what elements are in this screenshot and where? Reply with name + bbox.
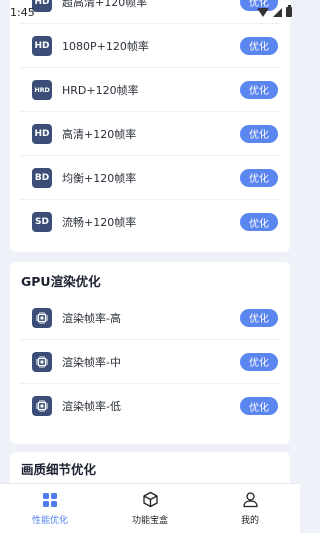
optimize-button[interactable]: 优化 bbox=[240, 36, 278, 55]
signal-icon bbox=[273, 7, 282, 17]
status-icons bbox=[257, 5, 292, 17]
wifi-icon bbox=[257, 7, 269, 17]
optimize-button[interactable]: 优化 bbox=[240, 80, 278, 99]
tab-label: 功能宝盒 bbox=[131, 516, 168, 526]
row-label: 渲染帧率-低 bbox=[62, 400, 121, 413]
main-scroll[interactable]: HD 超高清+120帧率 优化 HD 1080P+120帧率 优化 HRD HR… bbox=[0, 0, 300, 483]
gpu-render-card: GPU渲染优化 渲染帧率-高 优化 渲染帧率-中 优化 渲染帧率-低 优化 bbox=[10, 262, 290, 444]
chip-icon bbox=[32, 307, 52, 328]
status-time: 1:45 bbox=[10, 5, 35, 19]
row-label: 渲染帧率-中 bbox=[62, 355, 121, 369]
list-item: HD 高清+120帧率 优化 bbox=[20, 112, 280, 156]
optimize-button[interactable]: 优化 bbox=[240, 308, 278, 327]
optimize-button[interactable]: 优化 bbox=[240, 352, 278, 371]
optimize-button[interactable]: 优化 bbox=[240, 124, 278, 143]
tab-label: 性能优化 bbox=[31, 515, 68, 526]
optimize-button[interactable]: 优化 bbox=[240, 168, 278, 187]
list-item: HD 1080P+120帧率 优化 bbox=[20, 24, 280, 68]
chip-icon bbox=[32, 396, 52, 416]
detail-card: 画质细节优化 bbox=[10, 452, 290, 483]
row-label: 渲染帧率-高 bbox=[62, 311, 121, 325]
tab-toolbox[interactable]: 功能宝盒 bbox=[100, 484, 200, 533]
tab-label: 我的 bbox=[240, 516, 259, 526]
hd-icon: HD bbox=[32, 35, 52, 56]
grid-icon bbox=[43, 492, 57, 507]
hrd-icon: HRD bbox=[32, 79, 52, 100]
user-icon bbox=[242, 492, 258, 508]
row-label: 均衡+120帧率 bbox=[62, 171, 137, 185]
row-label: 1080P+120帧率 bbox=[62, 39, 149, 53]
optimize-button[interactable]: 优化 bbox=[240, 213, 278, 231]
row-label: 高清+120帧率 bbox=[62, 127, 137, 141]
bottom-tab-bar: 性能优化 功能宝盒 我的 bbox=[0, 483, 300, 533]
sd-icon: SD bbox=[32, 212, 52, 232]
list-item: HRD HRD+120帧率 优化 bbox=[20, 68, 280, 112]
section-title: GPU渲染优化 bbox=[21, 274, 101, 289]
tab-profile[interactable]: 我的 bbox=[200, 484, 300, 533]
row-label: HRD+120帧率 bbox=[62, 83, 139, 97]
bd-icon: BD bbox=[32, 167, 52, 188]
list-item: 渲染帧率-中 优化 bbox=[20, 340, 280, 384]
hd-icon: HD bbox=[32, 123, 52, 144]
list-item: 渲染帧率-低 优化 bbox=[20, 384, 280, 428]
optimize-button[interactable]: 优化 bbox=[240, 397, 278, 415]
section-title: 画质细节优化 bbox=[21, 462, 97, 477]
battery-icon bbox=[286, 5, 292, 17]
list-item: SD 流畅+120帧率 优化 bbox=[20, 200, 280, 244]
list-item: BD 均衡+120帧率 优化 bbox=[20, 156, 280, 200]
resolution-card: HD 超高清+120帧率 优化 HD 1080P+120帧率 优化 HRD HR… bbox=[10, 0, 290, 252]
status-bar: 1:45 bbox=[0, 0, 300, 24]
cube-icon bbox=[142, 491, 158, 508]
row-label: 流畅+120帧率 bbox=[62, 216, 137, 229]
list-item: 渲染帧率-高 优化 bbox=[20, 296, 280, 340]
chip-icon bbox=[32, 351, 52, 372]
tab-performance[interactable]: 性能优化 bbox=[0, 484, 100, 533]
